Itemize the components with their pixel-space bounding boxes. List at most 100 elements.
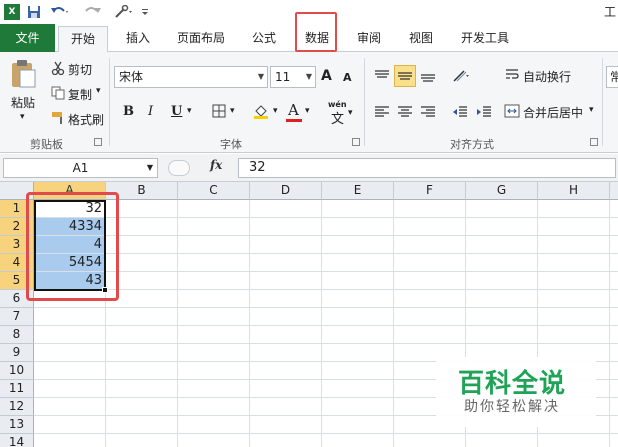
grid-cell[interactable]: [322, 308, 394, 326]
grid-cell[interactable]: [466, 326, 538, 344]
grid-cell[interactable]: [394, 272, 466, 290]
grid-cell[interactable]: [34, 434, 106, 447]
grid-cell[interactable]: [610, 416, 618, 434]
grid-cell[interactable]: [106, 236, 178, 254]
grow-font-button[interactable]: A: [321, 68, 332, 84]
copy-icon[interactable]: [50, 85, 66, 101]
grid-cell[interactable]: [322, 290, 394, 308]
grid-cell[interactable]: [466, 200, 538, 218]
grid-cell[interactable]: [34, 398, 106, 416]
grid-cell[interactable]: [538, 254, 610, 272]
grid-cell[interactable]: [34, 362, 106, 380]
grid-cell[interactable]: [34, 308, 106, 326]
tab-formulas[interactable]: 公式: [244, 26, 284, 52]
grid-cell[interactable]: [610, 344, 618, 362]
grid-cell[interactable]: [322, 344, 394, 362]
tab-view[interactable]: 视图: [401, 26, 441, 52]
paste-button[interactable]: 粘贴: [11, 94, 35, 111]
grid-cell[interactable]: [466, 236, 538, 254]
grid-cell[interactable]: [250, 218, 322, 236]
grid-cell[interactable]: [610, 236, 618, 254]
align-middle-icon[interactable]: [394, 65, 416, 87]
row-header-12[interactable]: 12: [0, 398, 34, 416]
grid-cell[interactable]: [538, 218, 610, 236]
cell-a3[interactable]: 4: [34, 236, 106, 254]
fill-color-icon[interactable]: [252, 102, 270, 120]
grid-cell[interactable]: [250, 380, 322, 398]
grid-cell[interactable]: [178, 380, 250, 398]
borders-dropdown-icon[interactable]: ▾: [230, 106, 235, 116]
grid-cell[interactable]: [106, 272, 178, 290]
row-header-10[interactable]: 10: [0, 362, 34, 380]
align-bottom-icon[interactable]: [418, 66, 438, 86]
grid-cell[interactable]: [178, 236, 250, 254]
merge-center-button[interactable]: 合并后居中: [523, 104, 583, 121]
grid-cell[interactable]: [610, 290, 618, 308]
select-all-corner[interactable]: [0, 182, 34, 200]
tab-review[interactable]: 审阅: [349, 26, 389, 52]
undo-icon[interactable]: [48, 4, 72, 20]
grid-cell[interactable]: [394, 290, 466, 308]
merge-center-icon[interactable]: [504, 103, 520, 119]
grid-cell[interactable]: [178, 254, 250, 272]
row-header-6[interactable]: 6: [0, 290, 34, 308]
column-header-g[interactable]: G: [466, 182, 538, 200]
row-header-13[interactable]: 13: [0, 416, 34, 434]
format-painter-button[interactable]: 格式刷: [68, 111, 104, 128]
grid-cell[interactable]: [106, 344, 178, 362]
tab-developer[interactable]: 开发工具: [453, 26, 517, 52]
grid-cell[interactable]: [538, 434, 610, 447]
grid-cell[interactable]: [466, 308, 538, 326]
paste-dropdown-icon[interactable]: ▾: [20, 112, 25, 122]
cell-a5[interactable]: 43: [34, 272, 106, 290]
grid-cell[interactable]: [106, 308, 178, 326]
grid-cell[interactable]: [394, 308, 466, 326]
grid-cell[interactable]: [178, 218, 250, 236]
grid-cell[interactable]: [322, 218, 394, 236]
column-header-h[interactable]: H: [538, 182, 610, 200]
decrease-indent-icon[interactable]: [450, 102, 470, 122]
tools-icon[interactable]: [112, 4, 136, 20]
customize-icon[interactable]: [140, 4, 150, 20]
row-header-3[interactable]: 3: [0, 236, 34, 254]
grid-cell[interactable]: [394, 434, 466, 447]
row-header-4[interactable]: 4: [0, 254, 34, 272]
excel-app-icon[interactable]: X: [4, 4, 20, 20]
grid-cell[interactable]: [34, 344, 106, 362]
grid-cell[interactable]: [250, 290, 322, 308]
wrap-text-icon[interactable]: [504, 67, 520, 83]
increase-indent-icon[interactable]: [474, 102, 494, 122]
borders-icon[interactable]: [210, 102, 228, 120]
grid-cell[interactable]: [394, 254, 466, 272]
grid-cell[interactable]: [106, 398, 178, 416]
grid-cell[interactable]: [106, 434, 178, 447]
name-box[interactable]: A1 ▼: [3, 158, 158, 178]
grid-cell[interactable]: [466, 434, 538, 447]
grid-cell[interactable]: [322, 434, 394, 447]
grid-cell[interactable]: [178, 290, 250, 308]
tab-page-layout[interactable]: 页面布局: [170, 26, 232, 52]
grid-cell[interactable]: [250, 416, 322, 434]
grid-cell[interactable]: [322, 362, 394, 380]
italic-button[interactable]: I: [148, 104, 153, 119]
column-header-d[interactable]: D: [250, 182, 322, 200]
grid-cell[interactable]: [106, 290, 178, 308]
formula-input[interactable]: 32: [238, 158, 616, 178]
phonetic-button[interactable]: 文: [331, 108, 344, 127]
row-header-5[interactable]: 5: [0, 272, 34, 290]
merge-dropdown-icon[interactable]: ▾: [589, 105, 594, 115]
wrap-text-button[interactable]: 自动换行: [523, 68, 571, 85]
alignment-launcher-icon[interactable]: [590, 138, 598, 146]
align-center-icon[interactable]: [395, 102, 415, 122]
grid-cell[interactable]: [250, 308, 322, 326]
grid-cell[interactable]: [178, 362, 250, 380]
align-left-icon[interactable]: [372, 102, 392, 122]
row-header-14[interactable]: 14: [0, 434, 34, 447]
grid-cell[interactable]: [610, 272, 618, 290]
grid-cell[interactable]: [538, 290, 610, 308]
grid-cell[interactable]: [34, 380, 106, 398]
grid-cell[interactable]: [34, 416, 106, 434]
tab-file[interactable]: 文件: [0, 24, 55, 52]
grid-cell[interactable]: [250, 326, 322, 344]
grid-cell[interactable]: [466, 290, 538, 308]
